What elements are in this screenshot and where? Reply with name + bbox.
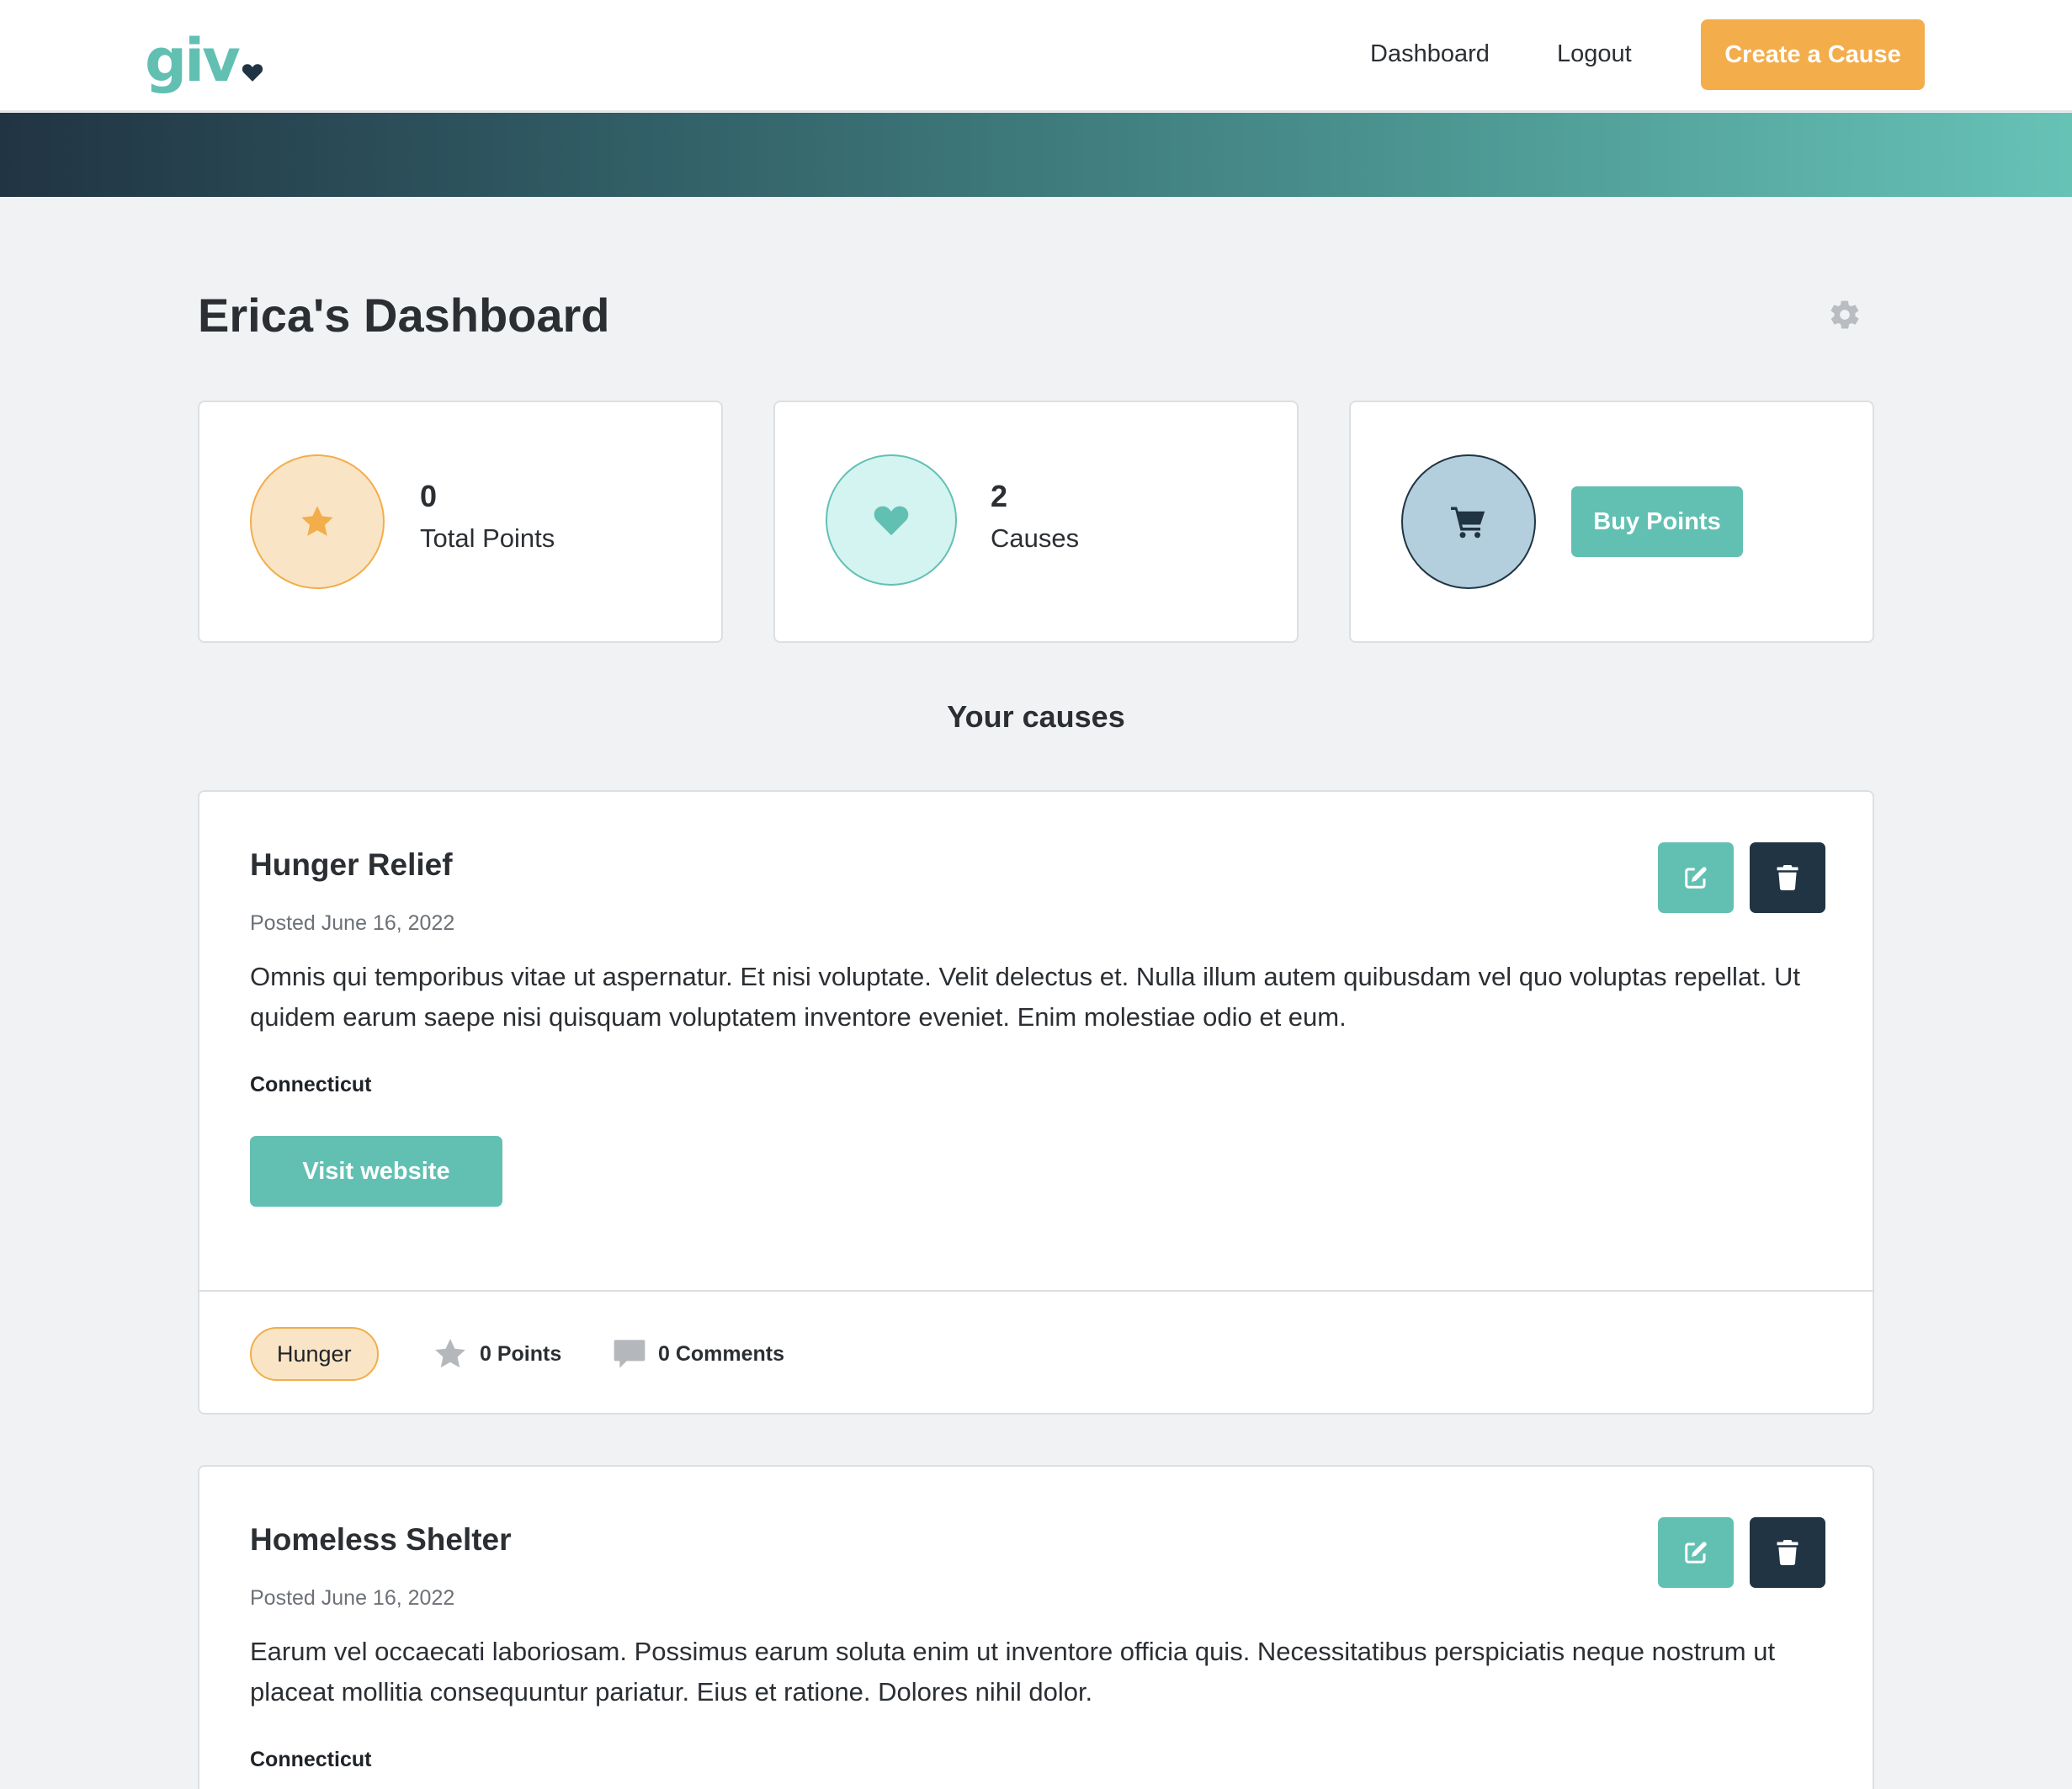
causes-count-label: Causes xyxy=(991,523,1080,553)
cart-badge xyxy=(1401,454,1536,589)
gear-icon[interactable] xyxy=(1828,298,1862,332)
cause-location: Connecticut xyxy=(250,1748,372,1771)
heart-icon xyxy=(242,64,263,82)
edit-cause-button[interactable] xyxy=(1658,1517,1734,1588)
delete-cause-button[interactable] xyxy=(1750,842,1825,913)
total-points-value: 0 xyxy=(420,479,438,513)
nav-dashboard-link[interactable]: Dashboard xyxy=(1370,37,1490,71)
causes-count-value: 2 xyxy=(991,479,1008,513)
total-points-label: Total Points xyxy=(420,523,555,553)
create-cause-button[interactable]: Create a Cause xyxy=(1701,19,1925,90)
logo-text: giv xyxy=(145,26,241,95)
edit-cause-button[interactable] xyxy=(1658,842,1734,913)
cause-description: Earum vel occaecati laboriosam. Possimus… xyxy=(250,1637,1776,1707)
cause-description: Omnis qui temporibus vitae ut aspernatur… xyxy=(250,962,1801,1032)
edit-icon xyxy=(1685,1542,1707,1563)
star-icon xyxy=(435,1339,465,1368)
cause-title: Homeless Shelter xyxy=(250,1522,512,1557)
cause-location: Connecticut xyxy=(250,1073,372,1096)
cause-points-label: 0 Points xyxy=(480,1341,562,1366)
header-banner xyxy=(0,113,2072,197)
trash-icon xyxy=(1777,1540,1798,1565)
category-tag[interactable]: Hunger xyxy=(250,1327,379,1381)
giv-logo[interactable]: giv xyxy=(145,19,263,94)
causes-stat-card: 2 Causes xyxy=(773,401,1299,643)
cause-comments-label: 0 Comments xyxy=(658,1341,785,1366)
cause-points: 0 Points xyxy=(433,1337,561,1371)
comment-icon xyxy=(614,1340,646,1368)
trash-icon xyxy=(1777,865,1798,890)
visit-website-button[interactable]: Visit website xyxy=(250,1136,502,1207)
causes-badge xyxy=(826,454,957,586)
cause-date: Posted June 16, 2022 xyxy=(250,911,455,935)
star-icon xyxy=(301,506,333,536)
delete-cause-button[interactable] xyxy=(1750,1517,1825,1588)
nav-logout-link[interactable]: Logout xyxy=(1557,37,1632,71)
cart-icon xyxy=(1451,507,1485,539)
cause-card: Hunger Relief Posted June 16, 2022 Omnis… xyxy=(198,790,1874,1415)
cause-card: Homeless Shelter Posted June 16, 2022 Ea… xyxy=(198,1465,1874,1789)
points-stat-card: 0 Total Points xyxy=(198,401,723,643)
cause-footer: Hunger 0 Points 0 Comments xyxy=(199,1290,1873,1413)
cause-comments[interactable]: 0 Comments xyxy=(613,1337,784,1371)
heart-icon xyxy=(874,506,909,536)
points-badge xyxy=(250,454,385,589)
edit-icon xyxy=(1685,867,1707,889)
top-nav: giv Dashboard Logout Create a Cause xyxy=(0,0,2072,112)
cause-date: Posted June 16, 2022 xyxy=(250,1586,455,1610)
your-causes-heading: Your causes xyxy=(947,699,1125,734)
cause-title: Hunger Relief xyxy=(250,847,453,882)
buy-points-card: Buy Points xyxy=(1349,401,1874,643)
page-title: Erica's Dashboard xyxy=(198,289,610,342)
buy-points-button[interactable]: Buy Points xyxy=(1571,486,1743,557)
